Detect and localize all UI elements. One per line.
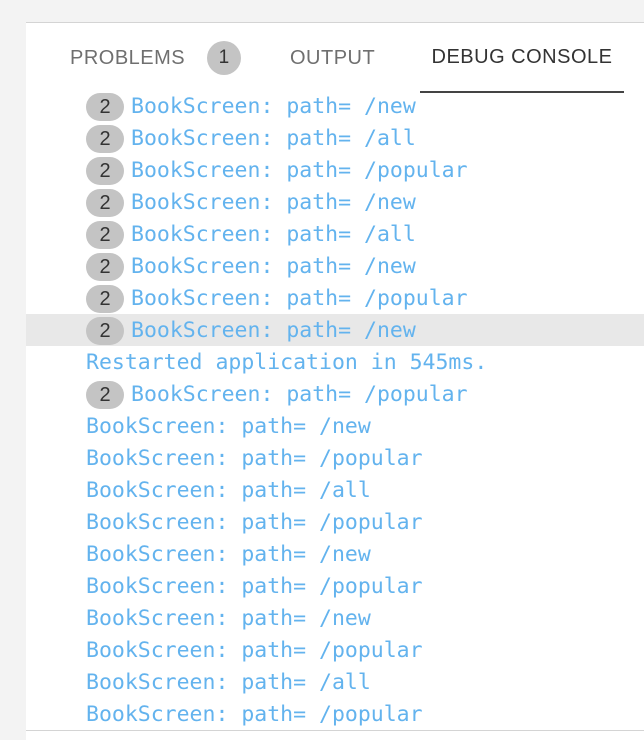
tab-debug-console[interactable]: DEBUG CONSOLE <box>420 23 624 93</box>
editor-area-edge <box>26 0 644 23</box>
repeat-count-badge: 2 <box>86 381 124 409</box>
repeat-count-badge: 2 <box>86 253 124 281</box>
tab-debug-console-label: DEBUG CONSOLE <box>431 45 613 68</box>
console-line[interactable]: 2 BookScreen: path= /popular <box>26 282 644 314</box>
repeat-count-badge: 2 <box>86 317 124 345</box>
console-line[interactable]: 2 BookScreen: path= /new <box>26 186 644 218</box>
console-line[interactable]: 2 BookScreen: path= /popular <box>26 378 644 410</box>
console-line-text: BookScreen: path= /new <box>131 317 416 343</box>
repeat-count-badge: 2 <box>86 189 124 217</box>
console-line[interactable]: BookScreen: path= /new <box>26 602 644 634</box>
console-line[interactable]: BookScreen: path= /new <box>26 538 644 570</box>
tab-output-label: OUTPUT <box>290 46 376 69</box>
console-line-text: BookScreen: path= /all <box>86 477 371 503</box>
repeat-count-badge: 2 <box>86 125 124 153</box>
console-line-text: BookScreen: path= /popular <box>131 381 468 407</box>
console-line[interactable]: BookScreen: path= /popular <box>26 698 644 730</box>
console-line[interactable]: 2 BookScreen: path= /new <box>26 314 644 346</box>
console-line[interactable]: BookScreen: path= /popular <box>26 634 644 666</box>
vscode-panel: PROBLEMS 1 OUTPUT DEBUG CONSOLE 2 BookScr… <box>0 0 644 740</box>
console-line-text: BookScreen: path= /popular <box>86 445 423 471</box>
console-line[interactable]: BookScreen: path= /popular <box>26 570 644 602</box>
console-line-text: BookScreen: path= /new <box>131 93 416 119</box>
console-line-text: BookScreen: path= /popular <box>131 157 468 183</box>
console-line-text: BookScreen: path= /new <box>86 413 371 439</box>
console-line-text: BookScreen: path= /popular <box>86 573 423 599</box>
console-line-text: Restarted application in 545ms. <box>86 349 488 375</box>
console-line-text: BookScreen: path= /popular <box>86 701 423 727</box>
console-line[interactable]: 2 BookScreen: path= /all <box>26 218 644 250</box>
console-line[interactable]: 2 BookScreen: path= /all <box>26 122 644 154</box>
tab-problems-label: PROBLEMS <box>70 46 186 69</box>
console-line-text: BookScreen: path= /all <box>131 221 416 247</box>
console-line[interactable]: 2 BookScreen: path= /new <box>26 250 644 282</box>
activity-bar-edge <box>0 0 26 740</box>
console-line[interactable]: BookScreen: path= /new <box>26 410 644 442</box>
panel-tab-bar: PROBLEMS 1 OUTPUT DEBUG CONSOLE <box>26 23 644 93</box>
console-line-text: BookScreen: path= /new <box>86 605 371 631</box>
console-line-text: BookScreen: path= /popular <box>86 509 423 535</box>
console-line-text: BookScreen: path= /popular <box>131 285 468 311</box>
console-line[interactable]: BookScreen: path= /all <box>26 666 644 698</box>
console-line[interactable]: 2 BookScreen: path= /new <box>26 90 644 122</box>
console-line-text: BookScreen: path= /popular <box>86 637 423 663</box>
repeat-count-badge: 2 <box>86 285 124 313</box>
console-line[interactable]: BookScreen: path= /popular <box>26 442 644 474</box>
console-line[interactable]: Restarted application in 545ms. <box>26 346 644 378</box>
repeat-count-badge: 2 <box>86 221 124 249</box>
console-line[interactable]: BookScreen: path= /popular <box>26 506 644 538</box>
console-line-text: BookScreen: path= /new <box>86 541 371 567</box>
console-line-text: BookScreen: path= /all <box>86 669 371 695</box>
console-line-text: BookScreen: path= /new <box>131 253 416 279</box>
problems-count-badge: 1 <box>207 41 242 75</box>
console-line-text: BookScreen: path= /new <box>131 189 416 215</box>
repeat-count-badge: 2 <box>86 157 124 185</box>
console-line[interactable]: 2 BookScreen: path= /popular <box>26 154 644 186</box>
tab-output[interactable]: OUTPUT <box>290 23 375 93</box>
tab-problems[interactable]: PROBLEMS 1 <box>70 23 242 93</box>
repeat-count-badge: 2 <box>86 93 124 121</box>
console-line[interactable]: BookScreen: path= /all <box>26 474 644 506</box>
panel-bottom-edge <box>26 730 644 740</box>
debug-console-output[interactable]: 2 BookScreen: path= /new 2 BookScreen: path… <box>26 90 644 730</box>
console-line-text: BookScreen: path= /all <box>131 125 416 151</box>
